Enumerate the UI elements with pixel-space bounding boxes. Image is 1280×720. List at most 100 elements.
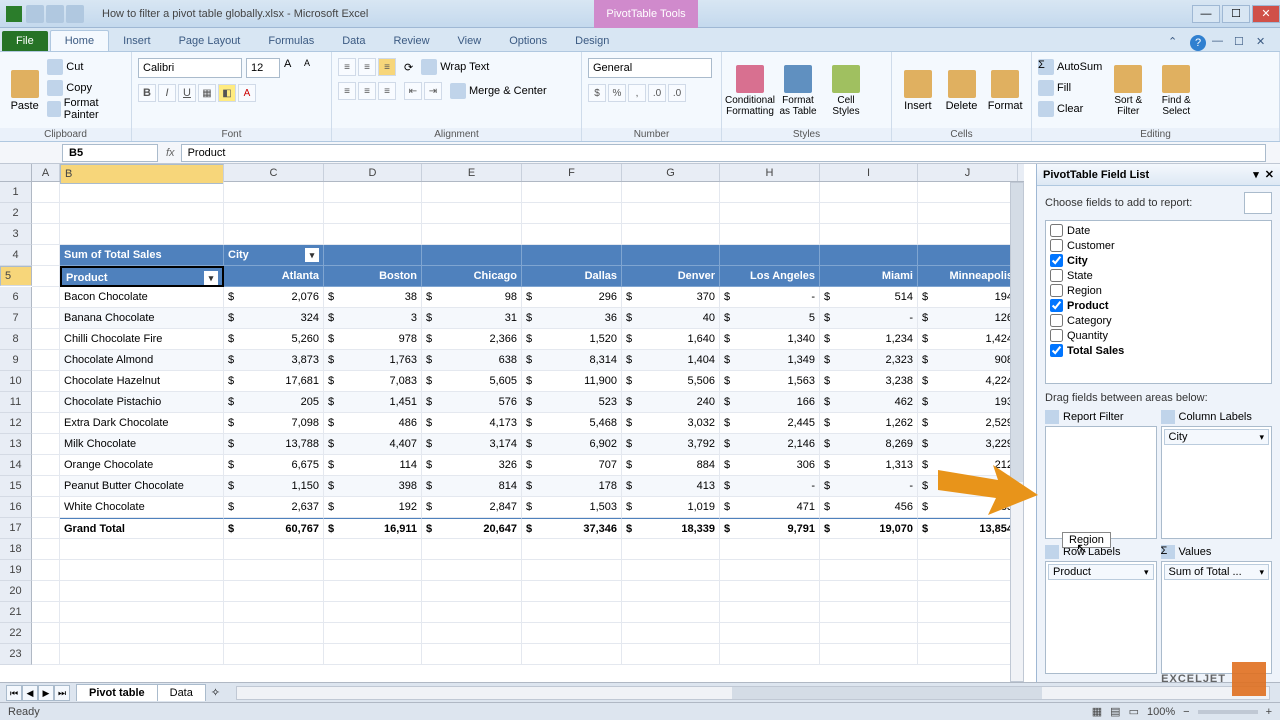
cell[interactable] <box>32 413 60 434</box>
cell[interactable] <box>32 434 60 455</box>
cell[interactable] <box>324 560 422 581</box>
pivot-value[interactable]: $5,260 <box>224 329 324 350</box>
border-button[interactable]: ▦ <box>198 84 216 102</box>
sheet-tab-data[interactable]: Data <box>157 684 206 701</box>
minimize-button[interactable]: — <box>1192 5 1220 23</box>
name-box[interactable]: B5 <box>62 144 158 162</box>
pivot-value[interactable]: $8,269 <box>820 434 918 455</box>
pivot-value[interactable]: $166 <box>720 392 820 413</box>
pivot-value[interactable]: $2,146 <box>720 434 820 455</box>
percent-icon[interactable]: % <box>608 84 626 102</box>
field-item[interactable]: City <box>1048 253 1269 268</box>
pivot-city-header[interactable]: Denver <box>622 266 720 287</box>
underline-button[interactable]: U <box>178 84 196 102</box>
row-head[interactable]: 20 <box>0 581 32 602</box>
cell[interactable] <box>32 329 60 350</box>
cell[interactable] <box>422 182 522 203</box>
grand-total-value[interactable]: $16,911 <box>324 518 422 539</box>
pivot-city-header[interactable]: Minneapolis <box>918 266 1018 287</box>
paste-button[interactable]: Paste <box>6 58 43 124</box>
cell[interactable] <box>422 581 522 602</box>
vertical-scrollbar[interactable] <box>1010 182 1024 682</box>
qat-save-icon[interactable] <box>26 5 44 23</box>
col-head-G[interactable]: G <box>622 164 720 181</box>
field-item[interactable]: Customer <box>1048 238 1269 253</box>
cell[interactable] <box>522 203 622 224</box>
pivot-value[interactable]: $5,506 <box>622 371 720 392</box>
panel-dropdown-icon[interactable]: ▾ <box>1253 168 1259 181</box>
pivot-value[interactable]: $1,404 <box>622 350 720 371</box>
tab-data[interactable]: Data <box>328 31 379 51</box>
pivot-value[interactable]: $3,238 <box>820 371 918 392</box>
cell-styles-button[interactable]: Cell Styles <box>824 58 868 124</box>
values-area[interactable]: Sum of Total ...▾ <box>1161 561 1273 674</box>
view-layout-icon[interactable]: ▤ <box>1110 705 1120 718</box>
format-painter-button[interactable]: Format Painter <box>47 100 125 118</box>
copy-button[interactable]: Copy <box>47 79 125 97</box>
cell[interactable] <box>522 224 622 245</box>
pivot-value[interactable]: $8,314 <box>522 350 622 371</box>
row-head[interactable]: 14 <box>0 455 32 476</box>
cell[interactable] <box>918 182 1018 203</box>
cell[interactable] <box>224 224 324 245</box>
cell[interactable] <box>224 623 324 644</box>
cell[interactable] <box>324 224 422 245</box>
col-head-J[interactable]: J <box>918 164 1018 181</box>
cell[interactable] <box>820 560 918 581</box>
pivot-value[interactable]: $4,173 <box>422 413 522 434</box>
cell[interactable] <box>32 392 60 413</box>
cell[interactable] <box>60 623 224 644</box>
delete-cells-button[interactable]: Delete <box>942 58 982 124</box>
horizontal-scrollbar[interactable] <box>236 686 1270 700</box>
cell[interactable] <box>60 644 224 665</box>
zoom-in-icon[interactable]: + <box>1266 706 1272 718</box>
pivot-value[interactable]: $1,563 <box>720 371 820 392</box>
cell[interactable] <box>32 602 60 623</box>
col-field-dropdown[interactable]: ▾ <box>305 248 319 262</box>
cond-format-button[interactable]: Conditional Formatting <box>728 58 772 124</box>
cell[interactable] <box>622 203 720 224</box>
fx-icon[interactable]: fx <box>160 147 181 159</box>
pivot-value[interactable]: $1,262 <box>820 413 918 434</box>
field-checkbox[interactable] <box>1050 254 1063 267</box>
cell[interactable] <box>820 623 918 644</box>
italic-button[interactable]: I <box>158 84 176 102</box>
tab-review[interactable]: Review <box>379 31 443 51</box>
cell[interactable] <box>522 245 622 266</box>
pivot-row-label[interactable]: Orange Chocolate <box>60 455 224 476</box>
row-head[interactable]: 1 <box>0 182 32 203</box>
pivot-value[interactable]: $978 <box>324 329 422 350</box>
zoom-value[interactable]: 100% <box>1147 706 1175 718</box>
field-checkbox[interactable] <box>1050 314 1063 327</box>
cell[interactable] <box>820 602 918 623</box>
cell[interactable] <box>422 644 522 665</box>
cell[interactable] <box>32 518 60 539</box>
cell[interactable] <box>720 560 820 581</box>
cell[interactable] <box>60 581 224 602</box>
pivot-value[interactable]: $6,902 <box>522 434 622 455</box>
indent-dec-icon[interactable]: ⇤ <box>404 82 422 100</box>
inc-decimal-icon[interactable]: .0 <box>648 84 666 102</box>
new-sheet-icon[interactable]: ✧ <box>205 686 226 699</box>
row-field-item[interactable]: Product▾ <box>1048 564 1154 580</box>
pivot-city-header[interactable]: Miami <box>820 266 918 287</box>
pivot-value[interactable]: $814 <box>422 476 522 497</box>
row-head[interactable]: 4 <box>0 245 32 266</box>
pivot-value[interactable]: $1,340 <box>720 329 820 350</box>
pivot-value[interactable]: $3,873 <box>224 350 324 371</box>
pivot-value[interactable]: $1,349 <box>720 350 820 371</box>
cell[interactable] <box>622 623 720 644</box>
pivot-row-label[interactable]: Chocolate Pistachio <box>60 392 224 413</box>
pivot-value[interactable]: $- <box>720 287 820 308</box>
clear-button[interactable]: Clear <box>1038 100 1102 118</box>
fill-color-button[interactable]: ◧ <box>218 84 236 102</box>
cell[interactable] <box>422 560 522 581</box>
cell[interactable] <box>32 350 60 371</box>
row-head[interactable]: 21 <box>0 602 32 623</box>
grand-total-value[interactable]: $19,070 <box>820 518 918 539</box>
cell[interactable] <box>422 203 522 224</box>
pivot-value[interactable]: $326 <box>422 455 522 476</box>
grand-total-value[interactable]: $20,647 <box>422 518 522 539</box>
pivot-value[interactable]: $193 <box>918 392 1018 413</box>
tab-view[interactable]: View <box>444 31 496 51</box>
